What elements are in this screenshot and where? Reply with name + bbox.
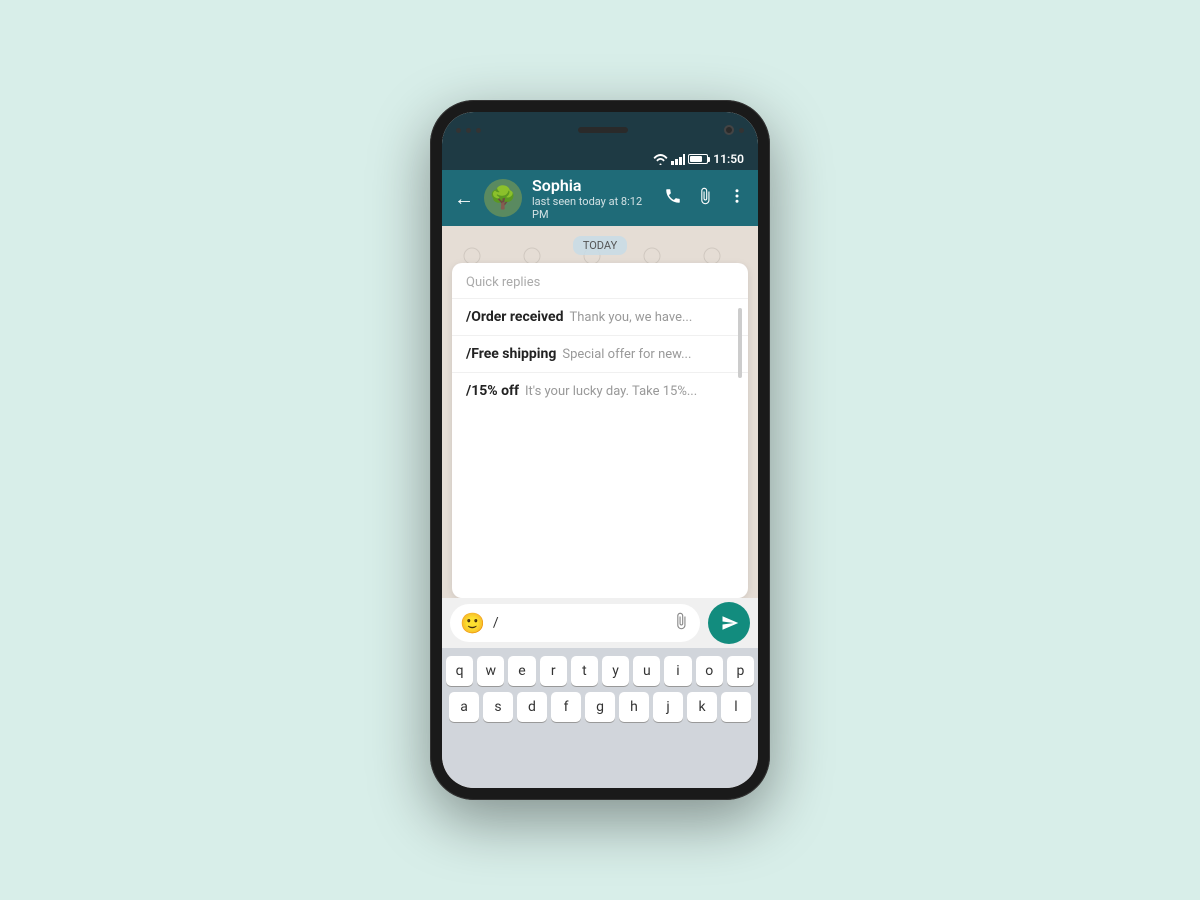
status-time: 11:50 xyxy=(713,152,744,166)
input-bar: 🙂 / xyxy=(442,598,758,648)
key-w[interactable]: w xyxy=(477,656,504,686)
input-field[interactable]: 🙂 / xyxy=(450,604,700,642)
avatar-image: 🌳 xyxy=(489,186,516,211)
call-icon[interactable] xyxy=(664,187,682,209)
key-f[interactable]: f xyxy=(551,692,581,722)
front-camera xyxy=(724,125,734,135)
notch-speaker xyxy=(578,127,628,133)
quick-reply-shortcut-1: /Order received xyxy=(466,309,563,325)
keyboard: q w e r t y u i o p a s d f g h j k l xyxy=(442,648,758,788)
quick-reply-preview-2: Special offer for new... xyxy=(562,347,691,362)
quick-reply-item-2[interactable]: /Free shipping Special offer for new... xyxy=(452,335,748,372)
input-attach-icon[interactable] xyxy=(672,612,690,634)
key-q[interactable]: q xyxy=(446,656,473,686)
keyboard-row-1: q w e r t y u i o p xyxy=(446,656,754,686)
contact-info: Sophia last seen today at 8:12 PM xyxy=(532,176,654,221)
key-l[interactable]: l xyxy=(721,692,751,722)
phone-screen: 11:50 ← 🌳 Sophia last seen today at 8:12… xyxy=(442,112,758,788)
notch-right xyxy=(724,125,744,135)
quick-reply-preview-1: Thank you, we have... xyxy=(569,310,692,325)
signal-icon xyxy=(671,154,685,165)
avatar: 🌳 xyxy=(484,179,522,217)
header-icons xyxy=(664,187,746,209)
back-button[interactable]: ← xyxy=(454,186,474,211)
key-u[interactable]: u xyxy=(633,656,660,686)
status-icons: 11:50 xyxy=(653,152,744,166)
key-r[interactable]: r xyxy=(540,656,567,686)
scroll-indicator xyxy=(738,308,742,378)
quick-replies-list: /Order received Thank you, we have... /F… xyxy=(452,298,748,598)
quick-replies-panel: Quick replies /Order received Thank you,… xyxy=(452,263,748,598)
notch-bar xyxy=(442,112,758,148)
more-icon[interactable] xyxy=(728,187,746,209)
quick-reply-item-3[interactable]: /15% off It's your lucky day. Take 15%..… xyxy=(452,372,748,409)
key-p[interactable]: p xyxy=(727,656,754,686)
key-i[interactable]: i xyxy=(664,656,691,686)
quick-reply-preview-3: It's your lucky day. Take 15%... xyxy=(525,384,697,399)
notch-dot-3 xyxy=(476,128,481,133)
notch-dot-1 xyxy=(456,128,461,133)
key-s[interactable]: s xyxy=(483,692,513,722)
date-badge-text: TODAY xyxy=(573,236,627,255)
notch-dot-4 xyxy=(739,128,744,133)
contact-status: last seen today at 8:12 PM xyxy=(532,195,654,221)
contact-name: Sophia xyxy=(532,176,654,195)
notch-dot-2 xyxy=(466,128,471,133)
key-j[interactable]: j xyxy=(653,692,683,722)
wifi-icon xyxy=(653,154,668,165)
key-k[interactable]: k xyxy=(687,692,717,722)
quick-reply-item-1[interactable]: /Order received Thank you, we have... xyxy=(452,298,748,335)
notch-left xyxy=(456,128,481,133)
keyboard-row-2: a s d f g h j k l xyxy=(446,692,754,722)
phone-device: 11:50 ← 🌳 Sophia last seen today at 8:12… xyxy=(430,100,770,800)
message-input[interactable]: / xyxy=(493,615,664,631)
key-h[interactable]: h xyxy=(619,692,649,722)
key-g[interactable]: g xyxy=(585,692,615,722)
send-icon xyxy=(721,614,739,632)
status-bar: 11:50 xyxy=(442,148,758,170)
chat-header: ← 🌳 Sophia last seen today at 8:12 PM xyxy=(442,170,758,226)
battery-icon xyxy=(688,154,710,164)
quick-replies-title: Quick replies xyxy=(452,275,748,298)
quick-reply-shortcut-2: /Free shipping xyxy=(466,346,556,362)
key-a[interactable]: a xyxy=(449,692,479,722)
attach-icon[interactable] xyxy=(696,187,714,209)
key-t[interactable]: t xyxy=(571,656,598,686)
date-badge: TODAY xyxy=(442,226,758,263)
key-d[interactable]: d xyxy=(517,692,547,722)
key-o[interactable]: o xyxy=(696,656,723,686)
send-button[interactable] xyxy=(708,602,750,644)
key-e[interactable]: e xyxy=(508,656,535,686)
emoji-icon[interactable]: 🙂 xyxy=(460,611,485,635)
quick-reply-shortcut-3: /15% off xyxy=(466,383,519,399)
key-y[interactable]: y xyxy=(602,656,629,686)
chat-body: TODAY Quick replies /Order received Than… xyxy=(442,226,758,598)
